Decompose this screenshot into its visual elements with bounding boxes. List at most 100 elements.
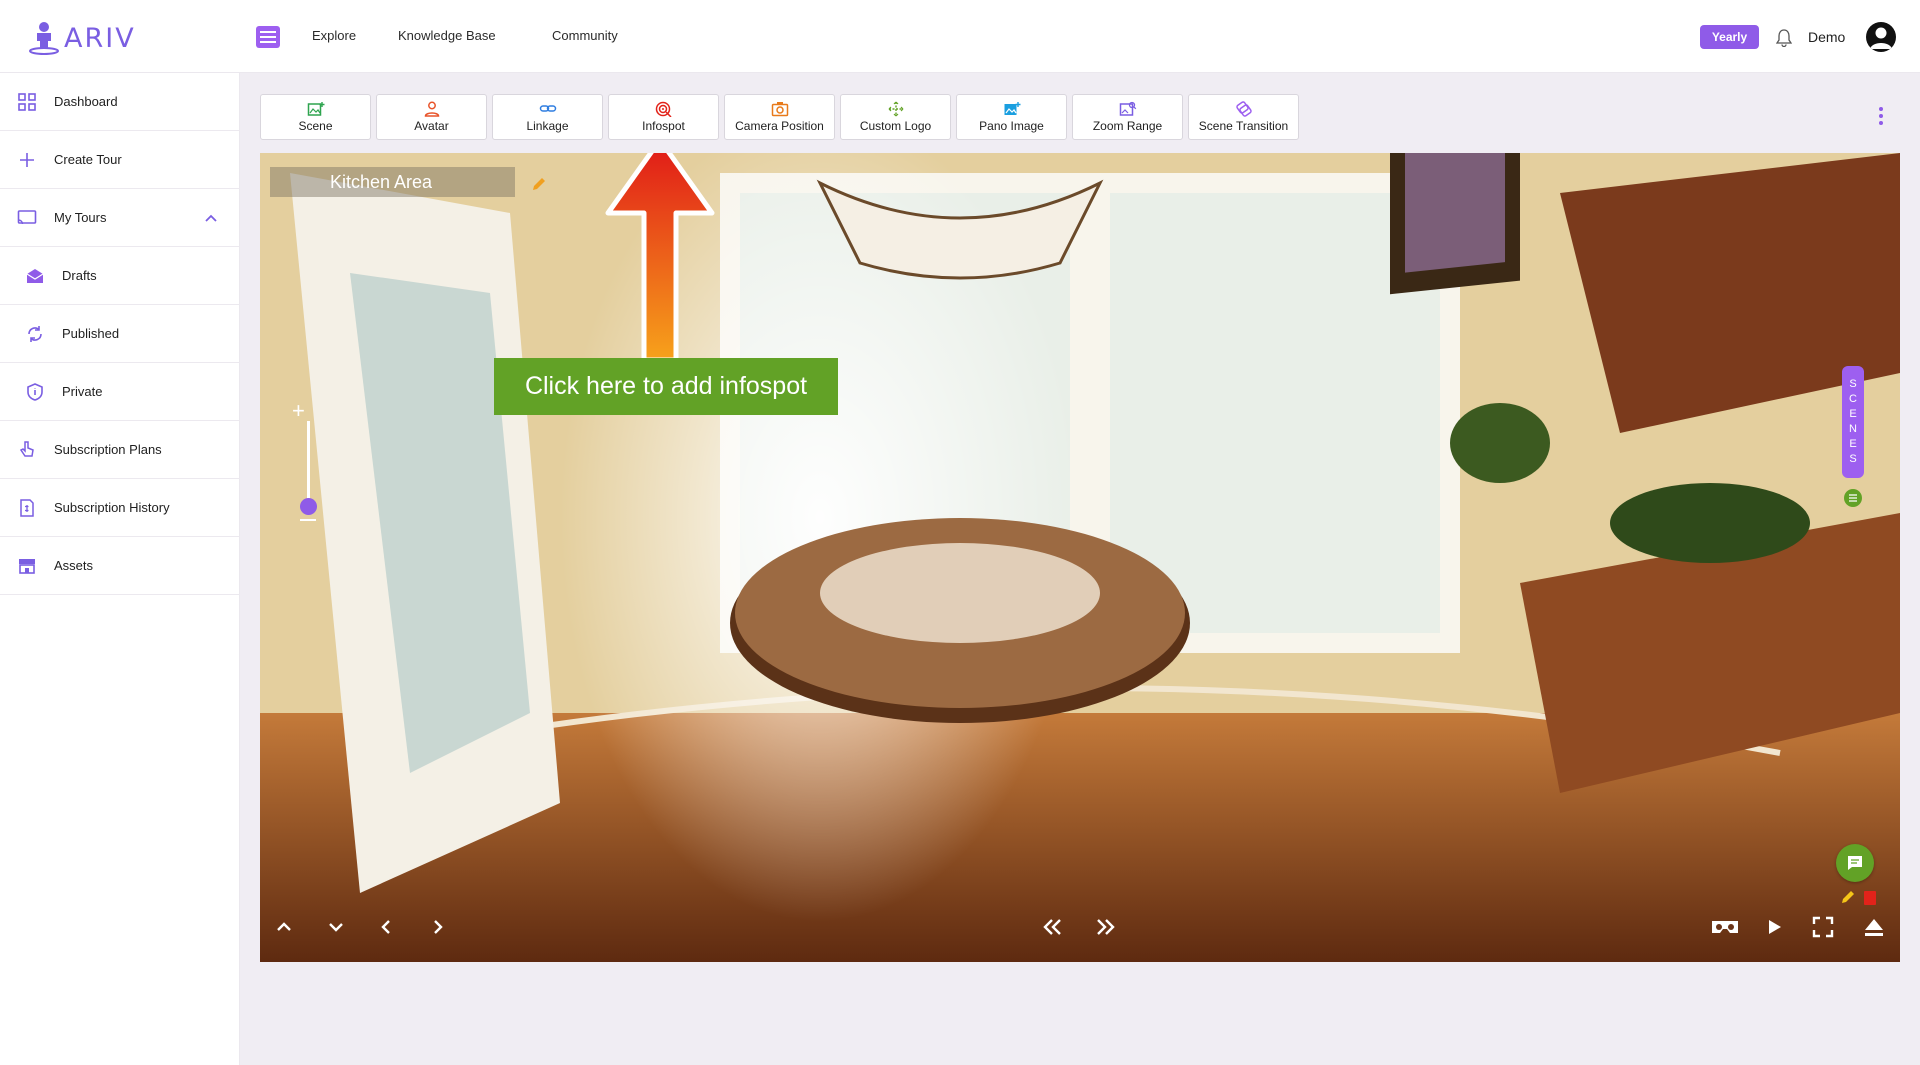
sidebar-item-private[interactable]: Private: [0, 363, 240, 421]
chat-icon: [1848, 856, 1862, 870]
list-icon: [1849, 494, 1857, 502]
tool-label: Scene: [298, 119, 333, 133]
scenes-tab-letter: C: [1849, 393, 1857, 405]
grid-icon: [18, 92, 36, 111]
image-add-icon: [307, 102, 324, 116]
ariv-logo[interactable]: ARIV: [28, 20, 136, 56]
sidebar-item-drafts[interactable]: Drafts: [0, 247, 240, 305]
tool-scene-button[interactable]: Scene: [260, 94, 371, 140]
user-avatar-icon: [1870, 27, 1892, 49]
store-icon: [19, 558, 35, 574]
chat-button[interactable]: [1836, 844, 1874, 882]
fullscreen-icon[interactable]: [1809, 913, 1837, 941]
pencil-icon[interactable]: [530, 175, 548, 193]
zoom-in-icon[interactable]: +: [292, 398, 305, 424]
hand-pointer-icon: [19, 440, 34, 457]
zoom-out-icon[interactable]: [300, 519, 316, 521]
scenes-tab-letter: S: [1849, 378, 1857, 390]
sidebar-item-label: Private: [62, 384, 103, 399]
envelope-icon: [26, 268, 44, 283]
look-up-icon[interactable]: [270, 913, 298, 941]
menu-toggle-button[interactable]: [256, 26, 280, 48]
tool-label: Custom Logo: [859, 119, 932, 133]
camera-icon: [771, 102, 788, 117]
sidebar-item-create-tour[interactable]: Create Tour: [0, 131, 240, 189]
tool-label: Camera Position: [735, 119, 824, 133]
shield-icon: [27, 382, 43, 401]
scene-title: Kitchen Area: [270, 167, 515, 197]
tool-linkage-button[interactable]: Linkage: [492, 94, 603, 140]
target-icon: [655, 101, 672, 117]
image-search-icon: [1119, 101, 1136, 116]
panorama-scene-image: [260, 153, 1900, 962]
tool-label: Linkage: [526, 119, 569, 133]
move-arrows-icon: [888, 101, 903, 117]
person-icon: [424, 101, 439, 117]
scenes-panel-tab[interactable]: S C E N E S: [1842, 366, 1864, 478]
sidebar-item-subscription-history[interactable]: Subscription History: [0, 479, 240, 537]
zoom-slider-track[interactable]: [307, 421, 310, 507]
tool-label: Scene Transition: [1198, 119, 1289, 133]
user-avatar[interactable]: [1866, 22, 1896, 52]
plan-badge[interactable]: Yearly: [1700, 25, 1759, 49]
vr-headset-icon[interactable]: [1708, 913, 1742, 941]
sidebar-item-label: Dashboard: [54, 94, 118, 109]
look-right-icon[interactable]: [424, 913, 452, 941]
tool-label: Avatar: [414, 119, 449, 133]
eject-icon[interactable]: [1860, 913, 1888, 941]
nav-community[interactable]: Community: [552, 28, 618, 43]
sidebar-item-label: Subscription Plans: [54, 442, 162, 457]
sidebar-item-label: Assets: [54, 558, 94, 573]
receipt-icon: [20, 498, 34, 517]
sidebar-item-my-tours[interactable]: My Tours: [0, 189, 240, 247]
tool-pano-image-button[interactable]: Pano Image: [956, 94, 1067, 140]
person-logo-icon: [29, 22, 59, 55]
scenes-tab-letter: E: [1849, 438, 1857, 450]
sidebar-item-published[interactable]: Published: [0, 305, 240, 363]
plus-icon: [20, 152, 34, 167]
nav-knowledge-base[interactable]: Knowledge Base: [398, 28, 496, 43]
sidebar-item-label: Create Tour: [54, 152, 122, 167]
scenes-tab-letter: N: [1849, 423, 1857, 435]
next-scene-icon[interactable]: [1092, 913, 1120, 941]
arrow-up-icon: [605, 153, 715, 363]
sidebar-item-label: Drafts: [62, 268, 97, 283]
sidebar-item-subscription-plans[interactable]: Subscription Plans: [0, 421, 240, 479]
user-name: Demo: [1808, 29, 1846, 45]
trash-icon[interactable]: [1864, 891, 1876, 905]
sync-icon: [28, 325, 42, 342]
scenes-tab-letter: S: [1849, 453, 1857, 465]
tool-scene-transition-button[interactable]: Scene Transition: [1188, 94, 1299, 140]
tool-infospot-button[interactable]: Infospot: [608, 94, 719, 140]
play-icon[interactable]: [1760, 913, 1788, 941]
previous-scene-icon[interactable]: [1038, 913, 1066, 941]
tool-label: Pano Image: [979, 119, 1044, 133]
tool-label: Infospot: [642, 119, 685, 133]
nav-explore[interactable]: Explore: [312, 28, 356, 43]
zoom-slider-handle[interactable]: [300, 498, 317, 515]
tool-zoom-range-button[interactable]: Zoom Range: [1072, 94, 1183, 140]
link-icon: [539, 105, 556, 112]
logo-text: ARIV: [64, 22, 136, 54]
top-header: ARIV Explore Knowledge Base Community Ye…: [0, 0, 1920, 73]
infospot-hint-callout: Click here to add infospot: [494, 358, 838, 415]
look-left-icon[interactable]: [372, 913, 400, 941]
edit-icon[interactable]: [1840, 889, 1856, 905]
transition-icon: [1235, 101, 1252, 117]
scene-list-button[interactable]: [1844, 489, 1862, 507]
sidebar-item-assets[interactable]: Assets: [0, 537, 240, 595]
more-options-icon[interactable]: [1874, 107, 1888, 127]
tool-label: Zoom Range: [1092, 119, 1163, 133]
sidebar-item-dashboard[interactable]: Dashboard: [0, 73, 240, 131]
sidebar-item-label: Subscription History: [54, 500, 170, 515]
tool-camera-position-button[interactable]: Camera Position: [724, 94, 835, 140]
photo-add-icon: [1004, 102, 1020, 115]
scenes-tab-letter: E: [1849, 408, 1857, 420]
panorama-viewer[interactable]: Kitchen Area + Click here to add infospo…: [260, 153, 1900, 962]
bell-icon[interactable]: [1776, 29, 1792, 47]
look-down-icon[interactable]: [322, 913, 350, 941]
tool-custom-logo-button[interactable]: Custom Logo: [840, 94, 951, 140]
tool-avatar-button[interactable]: Avatar: [376, 94, 487, 140]
chevron-up-icon[interactable]: [204, 211, 218, 225]
sidebar-item-label: Published: [62, 326, 120, 341]
